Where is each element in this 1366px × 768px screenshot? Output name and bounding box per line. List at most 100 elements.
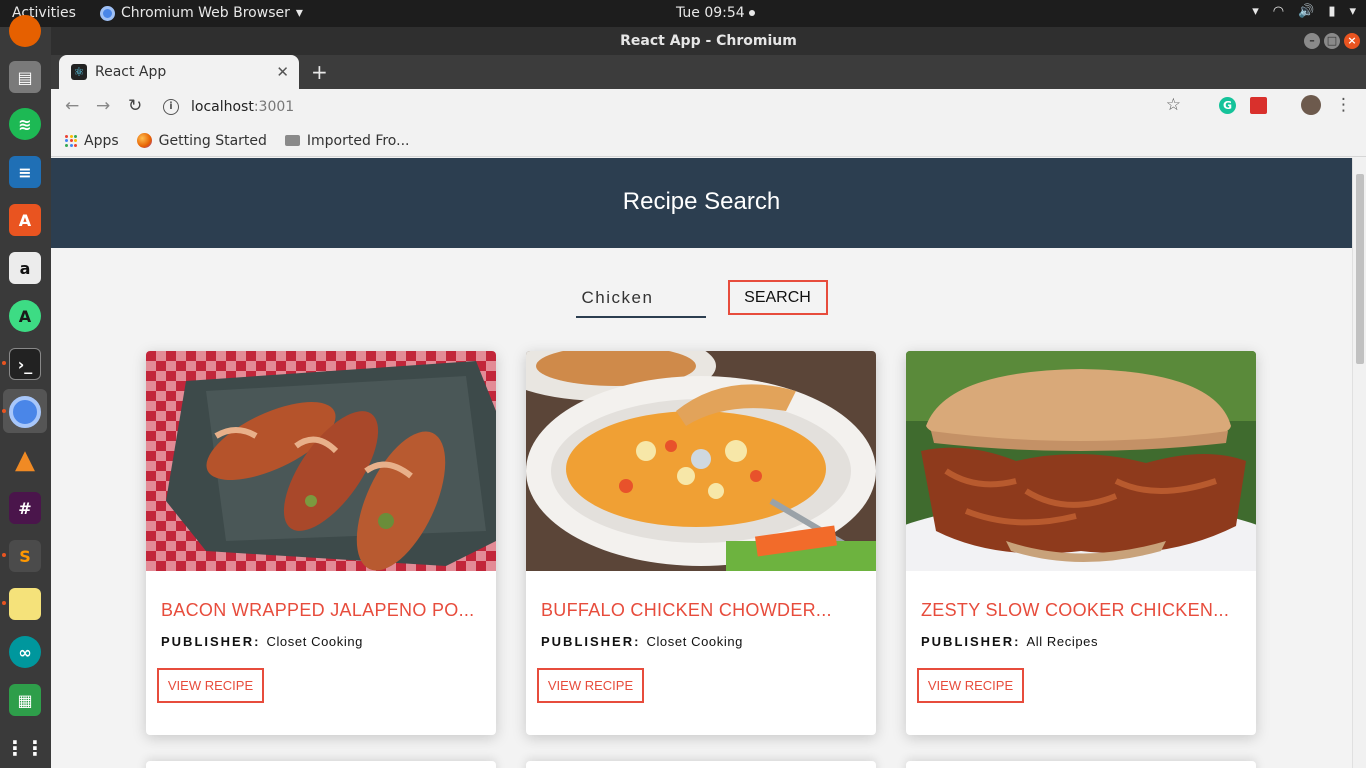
bookmarks-bar: Apps Getting Started Imported Fro...: [51, 125, 1366, 157]
running-indicator: [2, 553, 6, 557]
recipe-card-partial: [526, 761, 876, 768]
bookmark-getting-started-label: Getting Started: [158, 132, 267, 149]
software-center-icon[interactable]: A: [9, 204, 41, 236]
spotify-icon[interactable]: ≋: [9, 108, 41, 140]
publisher-name: Closet Cooking: [646, 634, 744, 649]
chromium-icon: [100, 5, 115, 21]
dock: ▤ ≋ ≡ A a A ›_ ▲ # S ∞ ▦ ⋮⋮: [0, 15, 51, 768]
running-indicator: [2, 409, 6, 413]
back-icon[interactable]: ←: [65, 96, 79, 116]
browser-window: React App - Chromium – □ × ⚛ React App ✕…: [51, 27, 1366, 768]
battery-icon: ▮: [1328, 4, 1336, 19]
vlc-icon[interactable]: ▲: [9, 444, 41, 476]
app-menu[interactable]: Chromium Web Browser ▾: [100, 5, 303, 21]
publisher-name: Closet Cooking: [266, 634, 364, 649]
sublime-text-icon[interactable]: S: [9, 540, 41, 572]
recipe-title: ZESTY SLOW COOKER CHICKEN...: [921, 600, 1230, 620]
files-icon[interactable]: ▤: [9, 61, 41, 93]
recipe-card: BACON WRAPPED JALAPENO PO... PUBLISHER: C…: [146, 351, 496, 735]
page-title: Recipe Search: [622, 188, 781, 215]
recipe-card-partial: [906, 761, 1256, 768]
react-icon: ⚛: [71, 64, 87, 80]
forward-icon[interactable]: →: [96, 96, 110, 116]
folder-icon: [284, 135, 300, 146]
recipe-publisher: PUBLISHER: Closet Cooking: [541, 634, 743, 649]
view-recipe-button[interactable]: VIEW RECIPE: [537, 668, 644, 703]
writer-icon[interactable]: ≡: [9, 156, 41, 188]
browser-toolbar: ← → ↻ i localhost:3001 ☆ G ⋮: [51, 89, 1366, 125]
extension-icon[interactable]: [1250, 96, 1267, 114]
window-title: React App - Chromium: [620, 33, 797, 49]
view-recipe-button[interactable]: VIEW RECIPE: [917, 668, 1024, 703]
clock[interactable]: Tue 09:54: [676, 5, 755, 21]
running-indicator: [2, 601, 6, 605]
chromium-icon[interactable]: [9, 396, 41, 428]
bookmark-star-icon[interactable]: ☆: [1166, 95, 1181, 115]
chevron-down-icon[interactable]: ▾: [1252, 4, 1259, 19]
publisher-label: PUBLISHER:: [161, 634, 261, 649]
bookmark-apps[interactable]: Apps: [65, 133, 119, 149]
web-page: Recipe Search SEARCH: [51, 158, 1366, 768]
tab-react-app[interactable]: ⚛ React App ✕: [59, 55, 299, 89]
bookmark-imported-label: Imported Fro...: [306, 132, 410, 149]
android-studio-icon[interactable]: A: [9, 300, 41, 332]
recipe-image[interactable]: [906, 351, 1256, 571]
chevron-down-icon: ▾: [295, 5, 303, 21]
page-scrollbar[interactable]: [1352, 158, 1366, 768]
profile-avatar[interactable]: [1301, 95, 1321, 115]
url-port: :3001: [253, 99, 295, 115]
clock-label: Tue 09:54: [676, 5, 745, 21]
terminal-icon[interactable]: ›_: [9, 348, 41, 380]
running-indicator: [2, 361, 6, 365]
calc-icon[interactable]: ▦: [9, 684, 41, 716]
minimize-button[interactable]: –: [1304, 33, 1320, 49]
address-bar[interactable]: i localhost:3001: [163, 93, 1173, 121]
recipe-card: BUFFALO CHICKEN CHOWDER... PUBLISHER: Clo…: [526, 351, 876, 735]
recipe-list: BACON WRAPPED JALAPENO PO... PUBLISHER: C…: [146, 351, 1256, 735]
close-window-button[interactable]: ×: [1344, 33, 1360, 49]
scrollbar-thumb[interactable]: [1356, 174, 1364, 364]
close-icon[interactable]: ✕: [276, 63, 289, 81]
maximize-button[interactable]: □: [1324, 33, 1340, 49]
amazon-icon[interactable]: a: [9, 252, 41, 284]
view-recipe-button[interactable]: VIEW RECIPE: [157, 668, 264, 703]
system-top-bar: Activities Chromium Web Browser ▾ Tue 09…: [0, 0, 1366, 27]
firefox-icon: [136, 133, 152, 148]
slack-icon[interactable]: #: [9, 492, 41, 524]
window-titlebar: React App - Chromium – □ ×: [51, 27, 1366, 55]
recipe-title: BACON WRAPPED JALAPENO PO...: [161, 600, 475, 620]
apps-grid-icon: [65, 134, 77, 147]
system-menu-chevron-icon[interactable]: ▾: [1349, 4, 1356, 19]
arduino-icon[interactable]: ∞: [9, 636, 41, 668]
bookmark-getting-started[interactable]: Getting Started: [136, 132, 267, 149]
firefox-icon[interactable]: [9, 15, 41, 47]
system-tray[interactable]: ▾ ◠ 🔊 ▮ ▾: [1252, 4, 1356, 19]
menu-kebab-icon[interactable]: ⋮: [1335, 95, 1352, 115]
publisher-label: PUBLISHER:: [541, 634, 641, 649]
recipe-title: BUFFALO CHICKEN CHOWDER...: [541, 600, 832, 620]
search-form: SEARCH: [51, 280, 1352, 318]
volume-icon: 🔊: [1298, 4, 1315, 19]
recipe-publisher: PUBLISHER: All Recipes: [921, 634, 1098, 649]
show-applications-icon[interactable]: ⋮⋮: [5, 732, 45, 764]
wifi-icon: ◠: [1272, 4, 1285, 19]
bookmark-imported-folder[interactable]: Imported Fro...: [284, 132, 410, 149]
notification-dot: [748, 10, 755, 16]
sticky-notes-icon[interactable]: [9, 588, 41, 620]
publisher-name: All Recipes: [1026, 634, 1099, 649]
recipe-card: ZESTY SLOW COOKER CHICKEN... PUBLISHER: A…: [906, 351, 1256, 735]
app-menu-label: Chromium Web Browser: [121, 5, 290, 21]
reload-icon[interactable]: ↻: [128, 96, 142, 116]
search-button[interactable]: SEARCH: [727, 280, 828, 315]
publisher-label: PUBLISHER:: [921, 634, 1021, 649]
recipe-image[interactable]: [146, 351, 496, 571]
recipe-card-partial: [146, 761, 496, 768]
recipe-image[interactable]: [526, 351, 876, 571]
bookmark-apps-label: Apps: [84, 132, 119, 149]
search-input[interactable]: [575, 280, 706, 318]
tab-strip: ⚛ React App ✕ +: [51, 55, 1366, 89]
tab-label: React App: [95, 64, 167, 80]
site-info-icon[interactable]: i: [163, 99, 179, 115]
new-tab-button[interactable]: +: [311, 60, 328, 84]
grammarly-extension-icon[interactable]: G: [1219, 96, 1236, 114]
